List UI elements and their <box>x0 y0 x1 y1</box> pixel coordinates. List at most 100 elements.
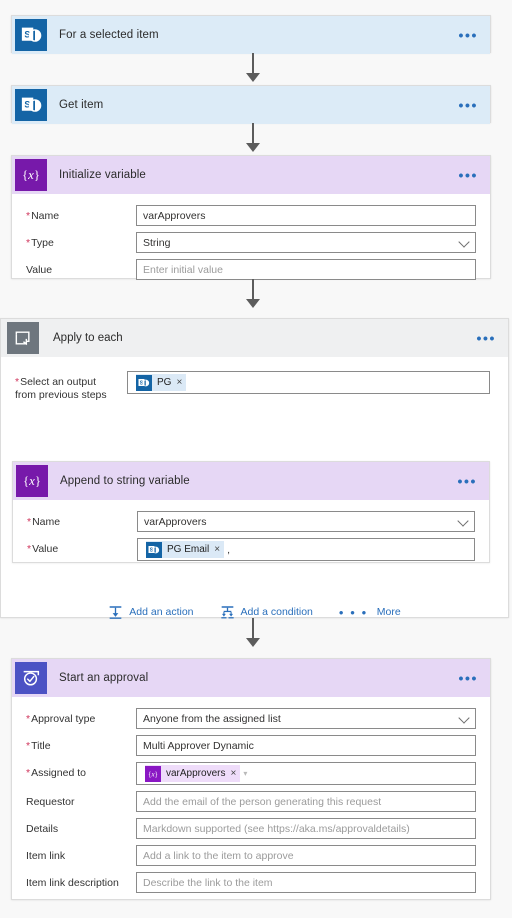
approval-check-icon <box>15 662 47 694</box>
scope-title: Apply to each <box>53 332 123 344</box>
flow-step-for-a-selected-item[interactable]: S For a selected item ••• <box>11 15 491 54</box>
more-button[interactable]: • • • More <box>339 606 401 619</box>
field-row-approval-type: *Approval type Anyone from the assigned … <box>12 705 490 732</box>
name-input[interactable]: varApprovers <box>136 205 476 226</box>
sharepoint-icon: S <box>15 19 47 51</box>
field-label: Details <box>26 823 59 835</box>
type-dropdown[interactable]: String <box>136 232 476 253</box>
field-row-value: *Value S PG Email × , <box>13 535 489 564</box>
variable-value-input[interactable]: S PG Email × , <box>137 538 475 561</box>
step-menu-button[interactable]: ••• <box>458 671 478 685</box>
field-row-title: *Title Multi Approver Dynamic <box>12 732 490 759</box>
required-marker: * <box>26 713 31 725</box>
requestor-input[interactable]: Add the email of the person generating t… <box>136 791 476 812</box>
field-label: Item link description <box>26 877 119 889</box>
token-remove-button[interactable]: × <box>214 544 220 555</box>
variable-braces-icon: {x} <box>16 465 48 497</box>
approval-title-input[interactable]: Multi Approver Dynamic <box>136 735 476 756</box>
field-label: Value <box>26 264 53 276</box>
sharepoint-icon: S <box>136 374 152 391</box>
flow-step-start-an-approval[interactable]: Start an approval ••• *Approval type Any… <box>11 658 491 900</box>
flow-designer-canvas: S For a selected item ••• S Get item •••… <box>0 0 512 918</box>
connector-arrow-4 <box>246 638 260 647</box>
required-marker: * <box>26 767 31 779</box>
add-condition-icon <box>220 605 235 620</box>
add-an-action-button[interactable]: Add an action <box>108 605 194 620</box>
flow-step-initialize-variable[interactable]: {x} Initialize variable ••• *Name varApp… <box>11 155 491 280</box>
field-row-value: Value Enter initial value <box>12 256 490 283</box>
field-value: Multi Approver Dynamic <box>143 739 254 752</box>
token-remove-button[interactable]: × <box>230 768 236 779</box>
assigned-to-input[interactable]: {x} varApprovers × ▾ <box>136 762 476 785</box>
scope-header[interactable]: Apply to each ••• <box>1 319 508 357</box>
field-row-select-output: *Select an output from previous steps S <box>1 357 508 402</box>
more-dots-icon: • • • <box>338 604 368 620</box>
step-title: For a selected item <box>59 29 159 41</box>
add-a-condition-button[interactable]: Add a condition <box>220 605 313 620</box>
svg-text:{x}: {x} <box>148 770 158 778</box>
field-row-type: *Type String <box>12 229 490 256</box>
field-row-item-link: Item link Add a link to the item to appr… <box>12 842 490 869</box>
add-action-icon <box>108 605 123 620</box>
field-label: *Title <box>26 740 51 752</box>
field-row-name: *Name varApprovers <box>12 202 490 229</box>
chevron-down-icon <box>457 514 469 527</box>
field-label: *Name <box>27 516 61 528</box>
item-link-description-input[interactable]: Describe the link to the item <box>136 872 476 893</box>
card-body: *Name varApprovers *Type String Value En… <box>12 194 490 293</box>
field-value: varApprovers <box>144 515 207 528</box>
card-header[interactable]: S Get item ••• <box>12 86 490 124</box>
item-link-input[interactable]: Add a link to the item to approve <box>136 845 476 866</box>
connector-line-1 <box>252 53 254 75</box>
step-menu-button[interactable]: ••• <box>458 168 478 182</box>
flow-step-append-to-string-variable[interactable]: {x} Append to string variable ••• *Name … <box>12 461 490 563</box>
connector-line-4 <box>252 618 254 640</box>
card-header[interactable]: {x} Append to string variable ••• <box>13 462 489 500</box>
variable-braces-icon: {x} <box>145 765 161 782</box>
required-marker: * <box>27 543 32 555</box>
field-placeholder: Add a link to the item to approve <box>143 849 294 862</box>
card-header[interactable]: Start an approval ••• <box>12 659 490 697</box>
approval-type-dropdown[interactable]: Anyone from the assigned list <box>136 708 476 729</box>
dynamic-token-pg[interactable]: S PG × <box>136 374 187 391</box>
step-menu-button[interactable]: ••• <box>458 98 478 112</box>
add-a-condition-label: Add a condition <box>240 606 313 618</box>
token-label: PG <box>157 377 172 388</box>
svg-text:{x}: {x} <box>23 474 41 488</box>
field-label: Item link <box>26 850 66 862</box>
details-input[interactable]: Markdown supported (see https://aka.ms/a… <box>136 818 476 839</box>
sharepoint-icon: S <box>15 89 47 121</box>
field-label: Requestor <box>26 796 75 808</box>
connector-line-2 <box>252 123 254 145</box>
token-label: PG Email <box>167 544 210 555</box>
field-row-item-link-description: Item link description Describe the link … <box>12 869 490 896</box>
dynamic-token-varapprovers[interactable]: {x} varApprovers × <box>145 765 241 782</box>
select-output-input[interactable]: S PG × <box>127 371 490 394</box>
value-input[interactable]: Enter initial value <box>136 259 476 280</box>
field-value: Anyone from the assigned list <box>143 712 281 725</box>
token-remove-button[interactable]: × <box>176 377 182 388</box>
step-title: Get item <box>59 99 104 111</box>
sharepoint-icon: S <box>146 541 162 558</box>
connector-arrow-3 <box>246 299 260 308</box>
field-row-details: Details Markdown supported (see https://… <box>12 815 490 842</box>
scope-menu-button[interactable]: ••• <box>476 331 496 345</box>
flow-scope-apply-to-each[interactable]: Apply to each ••• *Select an output from… <box>0 318 509 620</box>
flow-step-get-item[interactable]: S Get item ••• <box>11 85 491 124</box>
step-title: Start an approval <box>59 672 149 684</box>
field-row-name: *Name varApprovers <box>13 508 489 535</box>
field-value: varApprovers <box>143 209 206 222</box>
step-menu-button[interactable]: ••• <box>458 28 478 42</box>
variable-name-dropdown[interactable]: varApprovers <box>137 511 475 532</box>
field-label: *Value <box>27 543 59 555</box>
field-placeholder: Describe the link to the item <box>143 876 273 889</box>
card-header[interactable]: S For a selected item ••• <box>12 16 490 54</box>
card-header[interactable]: {x} Initialize variable ••• <box>12 156 490 194</box>
dynamic-token-pg-email[interactable]: S PG Email × <box>146 541 225 558</box>
card-body: *Name varApprovers *Value S PG Email × , <box>13 500 489 574</box>
field-label: *Type <box>26 237 54 249</box>
field-placeholder: Add the email of the person generating t… <box>143 795 382 808</box>
field-label: *Assigned to <box>26 767 86 779</box>
step-menu-button[interactable]: ••• <box>457 474 477 488</box>
text-caret: ▾ <box>243 769 248 778</box>
